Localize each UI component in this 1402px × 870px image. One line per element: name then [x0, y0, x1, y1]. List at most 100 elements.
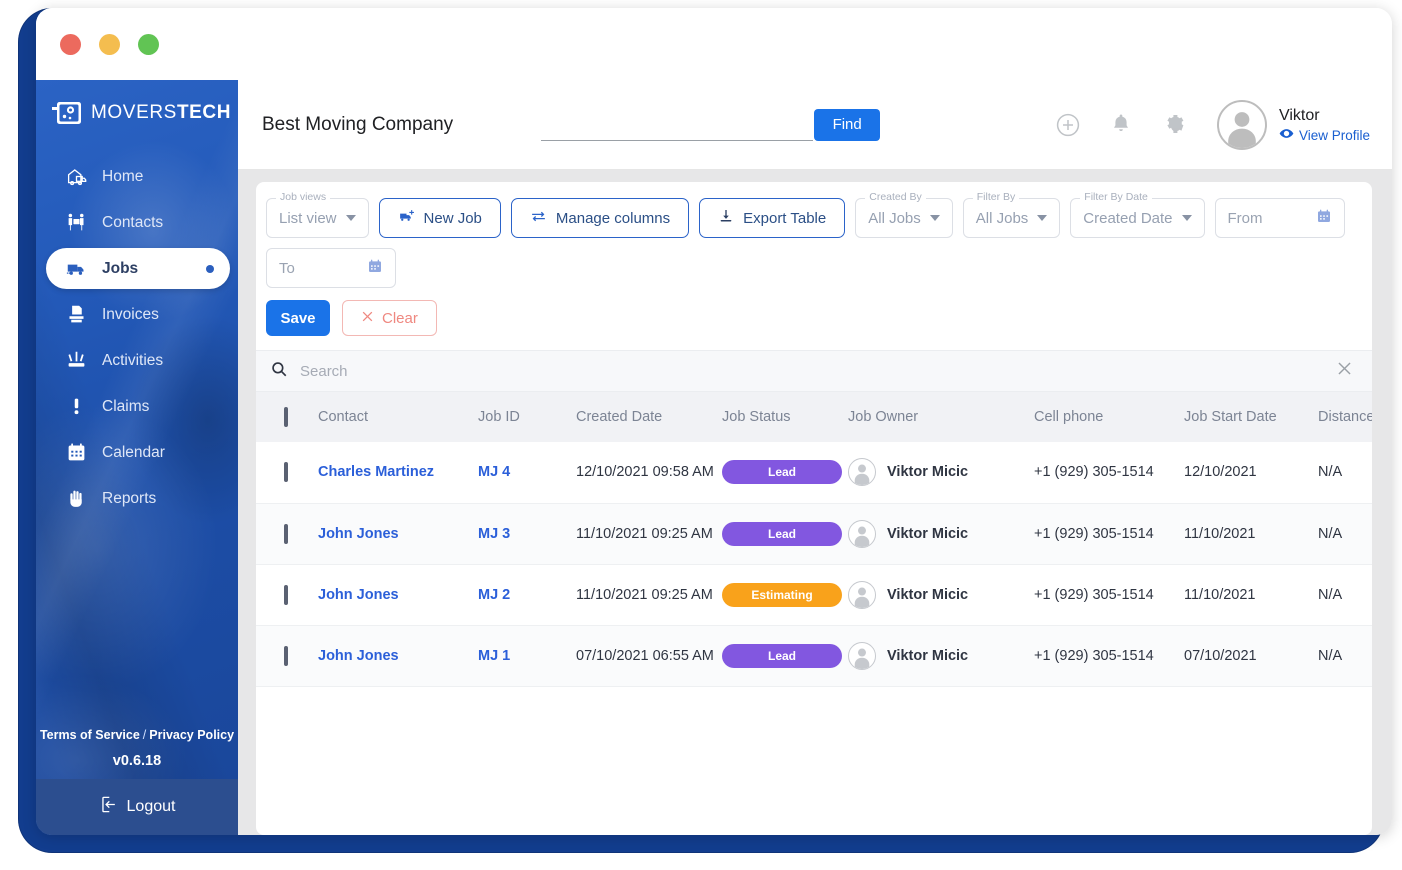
calendar-icon[interactable]	[367, 258, 383, 279]
sidebar-item-claims[interactable]: Claims	[48, 386, 226, 427]
table-row[interactable]: John Jones MJ 2 11/10/2021 09:25 AM Estimat…	[256, 564, 1372, 625]
company-name: Best Moving Company	[262, 113, 454, 135]
job-id-link[interactable]: MJ 2	[478, 587, 510, 603]
row-checkbox[interactable]	[284, 584, 288, 605]
sidebar-item-calendar[interactable]: Calendar	[48, 432, 226, 473]
cell-contact: Charles Martinez	[318, 442, 478, 503]
table-search-row	[256, 350, 1372, 392]
filter-by-legend: Filter By	[972, 191, 1020, 203]
close-window-button[interactable]	[60, 33, 81, 55]
cell-job-owner: Viktor Micic	[848, 503, 1034, 564]
legal-links: Terms of Service / Privacy Policy	[36, 728, 238, 742]
window-titlebar	[36, 8, 1392, 80]
user-profile[interactable]: Viktor View Profile	[1216, 99, 1370, 150]
new-job-button[interactable]: New Job	[378, 198, 501, 238]
contacts-icon	[66, 212, 87, 233]
find-button[interactable]: Find	[814, 108, 881, 141]
minimize-window-button[interactable]	[99, 33, 120, 55]
export-table-button[interactable]: Export Table	[699, 198, 846, 238]
privacy-policy-link[interactable]: Privacy Policy	[149, 728, 234, 742]
table-row[interactable]: Charles Martinez MJ 4 12/10/2021 09:58 AM L…	[256, 442, 1372, 503]
invoice-icon	[66, 304, 87, 325]
bell-icon[interactable]	[1109, 112, 1135, 138]
gear-icon[interactable]	[1163, 112, 1189, 138]
column-header-cell-phone[interactable]: Cell phone	[1034, 392, 1184, 442]
date-from-field[interactable]: From	[1214, 198, 1345, 238]
terms-of-service-link[interactable]: Terms of Service	[40, 728, 140, 742]
sidebar-item-activities[interactable]: Activities	[48, 340, 226, 381]
jobs-table-head: Contact Job ID Created Date Job Status J…	[256, 392, 1372, 442]
date-to-placeholder: To	[279, 259, 295, 277]
logo-text-light: MOVERS	[91, 102, 177, 123]
plus-circle-icon[interactable]	[1055, 112, 1081, 138]
filter-by-select[interactable]: Filter By All Jobs	[962, 191, 1061, 238]
owner-name: Viktor Micic	[887, 464, 969, 481]
sidebar-item-contacts[interactable]: Contacts	[48, 202, 226, 243]
column-header-distance[interactable]: Distance	[1318, 392, 1372, 442]
view-profile-label: View Profile	[1298, 127, 1370, 143]
contact-link[interactable]: John Jones	[318, 587, 399, 603]
sidebar-item-home[interactable]: Home	[48, 156, 226, 197]
app-logo[interactable]: MOVERSTECH	[36, 80, 238, 146]
table-search-input[interactable]	[300, 362, 1323, 380]
profile-name: Viktor	[1278, 106, 1320, 124]
contact-link[interactable]: John Jones	[318, 648, 399, 664]
cell-distance: N/A	[1318, 464, 1343, 481]
job-id-link[interactable]: MJ 3	[478, 526, 510, 542]
owner-name: Viktor Micic	[887, 586, 969, 603]
table-row[interactable]: John Jones MJ 1 07/10/2021 06:55 AM Lead Vik…	[256, 625, 1372, 686]
logout-button[interactable]: Logout	[36, 779, 238, 835]
global-search-group: Find	[541, 108, 881, 141]
filter-by-date-select[interactable]: Filter By Date Created Date	[1070, 191, 1205, 238]
column-header-contact[interactable]: Contact	[318, 392, 478, 442]
maximize-window-button[interactable]	[138, 33, 159, 55]
cell-job-owner: Viktor Micic	[848, 442, 1034, 503]
cell-created-date: 12/10/2021 09:58 AM	[576, 464, 714, 481]
date-to-field[interactable]: To	[266, 248, 396, 288]
sidebar-item-reports[interactable]: Reports	[48, 478, 226, 519]
cell-job-id: MJ 4	[478, 442, 576, 503]
created-by-select[interactable]: Created By All Jobs	[855, 191, 953, 238]
cell-contact: John Jones	[318, 564, 478, 625]
clear-search-icon[interactable]	[1335, 359, 1354, 383]
clear-button[interactable]: Clear	[342, 300, 437, 336]
column-header-job-owner[interactable]: Job Owner	[848, 392, 1034, 442]
column-header-created-date[interactable]: Created Date	[576, 392, 722, 442]
calendar-icon[interactable]	[1316, 208, 1332, 229]
table-row[interactable]: John Jones MJ 3 11/10/2021 09:25 AM Lead Vik…	[256, 503, 1372, 564]
view-profile-link[interactable]: View Profile	[1279, 126, 1370, 144]
manage-columns-button[interactable]: Manage columns	[510, 198, 690, 238]
global-search-input[interactable]	[541, 108, 814, 141]
column-header-job-status[interactable]: Job Status	[722, 392, 848, 442]
download-icon	[718, 208, 734, 228]
column-header-job-id[interactable]: Job ID	[478, 392, 576, 442]
row-checkbox[interactable]	[284, 645, 288, 666]
cell-job-status: Lead	[722, 625, 848, 686]
chevron-down-icon	[345, 215, 356, 221]
cell-created-date: 11/10/2021 09:25 AM	[576, 586, 713, 603]
contact-link[interactable]: Charles Martinez	[318, 464, 434, 480]
job-id-link[interactable]: MJ 4	[478, 464, 510, 480]
column-header-job-start-date[interactable]: Job Start Date	[1184, 392, 1318, 442]
row-checkbox[interactable]	[284, 462, 288, 483]
job-views-value: List view	[279, 209, 337, 227]
save-button[interactable]: Save	[266, 300, 330, 336]
job-id-link[interactable]: MJ 1	[478, 648, 510, 664]
search-icon	[270, 360, 288, 383]
new-job-label: New Job	[423, 209, 482, 227]
sidebar-item-invoices[interactable]: Invoices	[48, 294, 226, 335]
job-views-select[interactable]: Job views List view	[266, 191, 369, 238]
export-table-label: Export Table	[743, 209, 827, 227]
sidebar: MOVERSTECH Home Contacts Jobs Invoices A…	[36, 80, 238, 835]
contact-link[interactable]: John Jones	[318, 526, 399, 542]
row-select-cell	[256, 442, 318, 503]
jobs-toolbar: Job views List view New Job Manage colum…	[256, 182, 1372, 288]
sidebar-item-jobs[interactable]: Jobs	[46, 248, 230, 289]
row-checkbox[interactable]	[284, 523, 288, 544]
cell-phone: +1 (929) 305-1514	[1034, 464, 1154, 481]
select-all-checkbox[interactable]	[284, 407, 288, 427]
calendar-icon	[66, 442, 87, 463]
hand-icon	[66, 488, 87, 509]
app-version: v0.6.18	[112, 753, 162, 769]
cell-contact: John Jones	[318, 625, 478, 686]
